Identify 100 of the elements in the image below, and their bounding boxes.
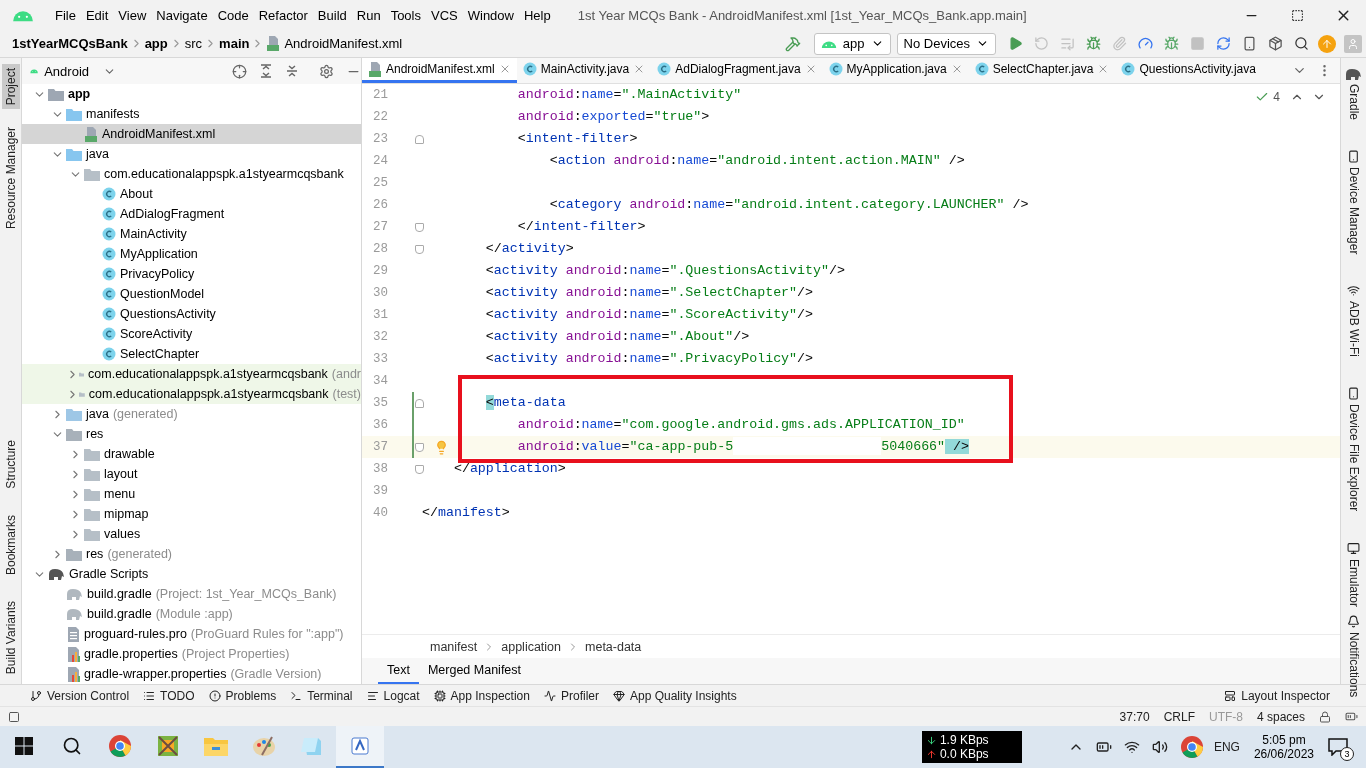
tree-item[interactable]: gradle.properties (Project Properties): [22, 644, 361, 664]
tree-item[interactable]: drawable: [22, 444, 361, 464]
tool-window-tab[interactable]: Build Variants: [1, 596, 20, 678]
tool-window-tab[interactable]: Resource Manager: [1, 123, 20, 234]
hammer-icon[interactable]: [784, 35, 801, 52]
breadcrumb[interactable]: meta-data: [585, 639, 642, 654]
fold-start-marker[interactable]: [415, 134, 424, 144]
notification-icon[interactable]: [1328, 738, 1348, 756]
view-tab[interactable]: Merged Manifest: [418, 658, 531, 684]
indent-setting[interactable]: 4 spaces: [1256, 709, 1305, 724]
tree-item[interactable]: mipmap: [22, 504, 361, 524]
breadcrumb[interactable]: app: [144, 36, 168, 51]
clock[interactable]: 5:05 pm 26/06/2023: [1253, 733, 1314, 761]
tree-item[interactable]: QuestionModel: [22, 284, 361, 304]
gauge-icon[interactable]: [1137, 36, 1153, 51]
chrome-icon[interactable]: [1179, 735, 1204, 759]
menubar-entry[interactable]: VCS: [426, 7, 463, 23]
phone-icon[interactable]: [1241, 36, 1257, 51]
tool-window-button[interactable]: Problems: [208, 688, 277, 703]
tree-item[interactable]: com.educationalappspk.a1styearmcqsbank (andr: [22, 364, 361, 384]
tool-window-button[interactable]: Profiler: [543, 688, 599, 703]
bug-icon[interactable]: [1085, 36, 1101, 51]
volume-icon[interactable]: [1151, 739, 1168, 755]
tree-item[interactable]: PrivacyPolicy: [22, 264, 361, 284]
wifi-icon[interactable]: [1123, 739, 1140, 755]
search-icon[interactable]: [1293, 36, 1309, 51]
tree-item[interactable]: gradle-wrapper.properties (Gradle Version): [22, 664, 361, 684]
lock-icon[interactable]: [1319, 710, 1331, 723]
tree-item[interactable]: java: [22, 144, 361, 164]
tool-window-button[interactable]: Terminal: [290, 688, 353, 703]
expand-all-icon[interactable]: [259, 64, 273, 78]
sync-icon[interactable]: [1215, 36, 1231, 51]
tree-item[interactable]: build.gradle (Project: 1st_Year_MCQs_Bank): [22, 584, 361, 604]
editor-tab[interactable]: QuestionsActivity.java: [1115, 58, 1262, 83]
fold-start-marker[interactable]: [415, 398, 424, 408]
editor-tab[interactable]: MyApplication.java: [822, 58, 969, 83]
update-icon[interactable]: [1318, 34, 1336, 53]
tool-window-tab[interactable]: Device File Explorer: [1344, 383, 1363, 516]
tool-window-tab[interactable]: ADB Wi-Fi: [1344, 280, 1363, 362]
breadcrumb[interactable]: manifest: [430, 639, 478, 654]
tree-item[interactable]: build.gradle (Module :app): [22, 604, 361, 624]
editor-tab[interactable]: MainActivity.java: [516, 58, 652, 83]
tree-item[interactable]: AndroidManifest.xml: [22, 124, 361, 144]
language-indicator[interactable]: ENG: [1213, 740, 1240, 754]
editor-tab[interactable]: AndroidManifest.xml: [362, 58, 517, 83]
fold-end-marker[interactable]: [415, 244, 424, 254]
tool-window-button[interactable]: TODO: [143, 688, 195, 703]
tool-window-tab[interactable]: Project: [1, 64, 20, 110]
tree-item[interactable]: menu: [22, 484, 361, 504]
tree-item[interactable]: QuestionsActivity: [22, 304, 361, 324]
breadcrumb[interactable]: main: [219, 36, 250, 51]
tool-window-button[interactable]: App Inspection: [433, 688, 530, 703]
editor-tab[interactable]: AdDialogFragment.java: [651, 58, 823, 83]
search-icon[interactable]: [62, 736, 82, 756]
tree-item[interactable]: res (generated): [22, 544, 361, 564]
tool-window-tab[interactable]: Bookmarks: [1, 510, 20, 579]
folder-icon[interactable]: [204, 736, 228, 756]
app-icon[interactable]: [157, 735, 179, 757]
tree-item[interactable]: app: [22, 84, 361, 104]
editor-tab[interactable]: SelectChapter.java: [968, 58, 1116, 83]
tool-window-tab[interactable]: Gradle: [1343, 64, 1364, 125]
fold-end-marker[interactable]: [415, 464, 424, 474]
fold-end-marker[interactable]: [415, 222, 424, 232]
menubar-entry[interactable]: Build: [312, 7, 352, 23]
tool-window-tab[interactable]: Device Manager: [1344, 146, 1363, 259]
tree-item[interactable]: MainActivity: [22, 224, 361, 244]
menubar-entry[interactable]: Edit: [80, 7, 114, 23]
tool-window-button[interactable]: App Quality Insights: [613, 688, 737, 703]
tree-item[interactable]: proguard-rules.pro (ProGuard Rules for ":app"): [22, 624, 361, 644]
view-tab[interactable]: Text: [378, 658, 419, 684]
tree-item[interactable]: com.educationalappspk.a1styearmcqsbank: [22, 164, 361, 184]
menubar-entry[interactable]: Navigate: [151, 7, 213, 23]
tree-item[interactable]: AdDialogFragment: [22, 204, 361, 224]
tree-item[interactable]: manifests: [22, 104, 361, 124]
caret-position[interactable]: 37:70: [1119, 709, 1150, 724]
menubar-entry[interactable]: View: [113, 7, 152, 23]
tool-window-button[interactable]: Layout Inspector: [1224, 688, 1330, 703]
panel-toggle-icon[interactable]: [8, 710, 20, 723]
run-icon[interactable]: [1007, 36, 1023, 51]
configuration-dropdown[interactable]: app: [813, 32, 891, 55]
tree-item[interactable]: MyApplication: [22, 244, 361, 264]
menubar-entry[interactable]: Help: [518, 7, 556, 23]
tree-item[interactable]: About: [22, 184, 361, 204]
tool-window-tab[interactable]: Emulator: [1344, 537, 1363, 611]
tool-window-tab[interactable]: Notifications: [1344, 610, 1363, 702]
settings-icon[interactable]: [319, 63, 334, 79]
studio-icon[interactable]: [351, 737, 369, 755]
bug-icon[interactable]: [1163, 36, 1179, 51]
line-separator[interactable]: CRLF: [1163, 709, 1195, 724]
chrome-icon[interactable]: [108, 734, 132, 758]
lightbulb-icon[interactable]: [434, 439, 449, 455]
menubar-entry[interactable]: File: [50, 7, 81, 23]
tool-window-button[interactable]: Version Control: [30, 688, 130, 703]
memory-icon[interactable]: [1345, 710, 1358, 723]
tree-item[interactable]: layout: [22, 464, 361, 484]
menubar-entry[interactable]: Window: [462, 7, 519, 23]
tool-window-tab[interactable]: Structure: [1, 436, 20, 493]
breadcrumb[interactable]: application: [501, 639, 561, 654]
menubar-entry[interactable]: Refactor: [253, 7, 313, 23]
menubar-entry[interactable]: Tools: [385, 7, 426, 23]
